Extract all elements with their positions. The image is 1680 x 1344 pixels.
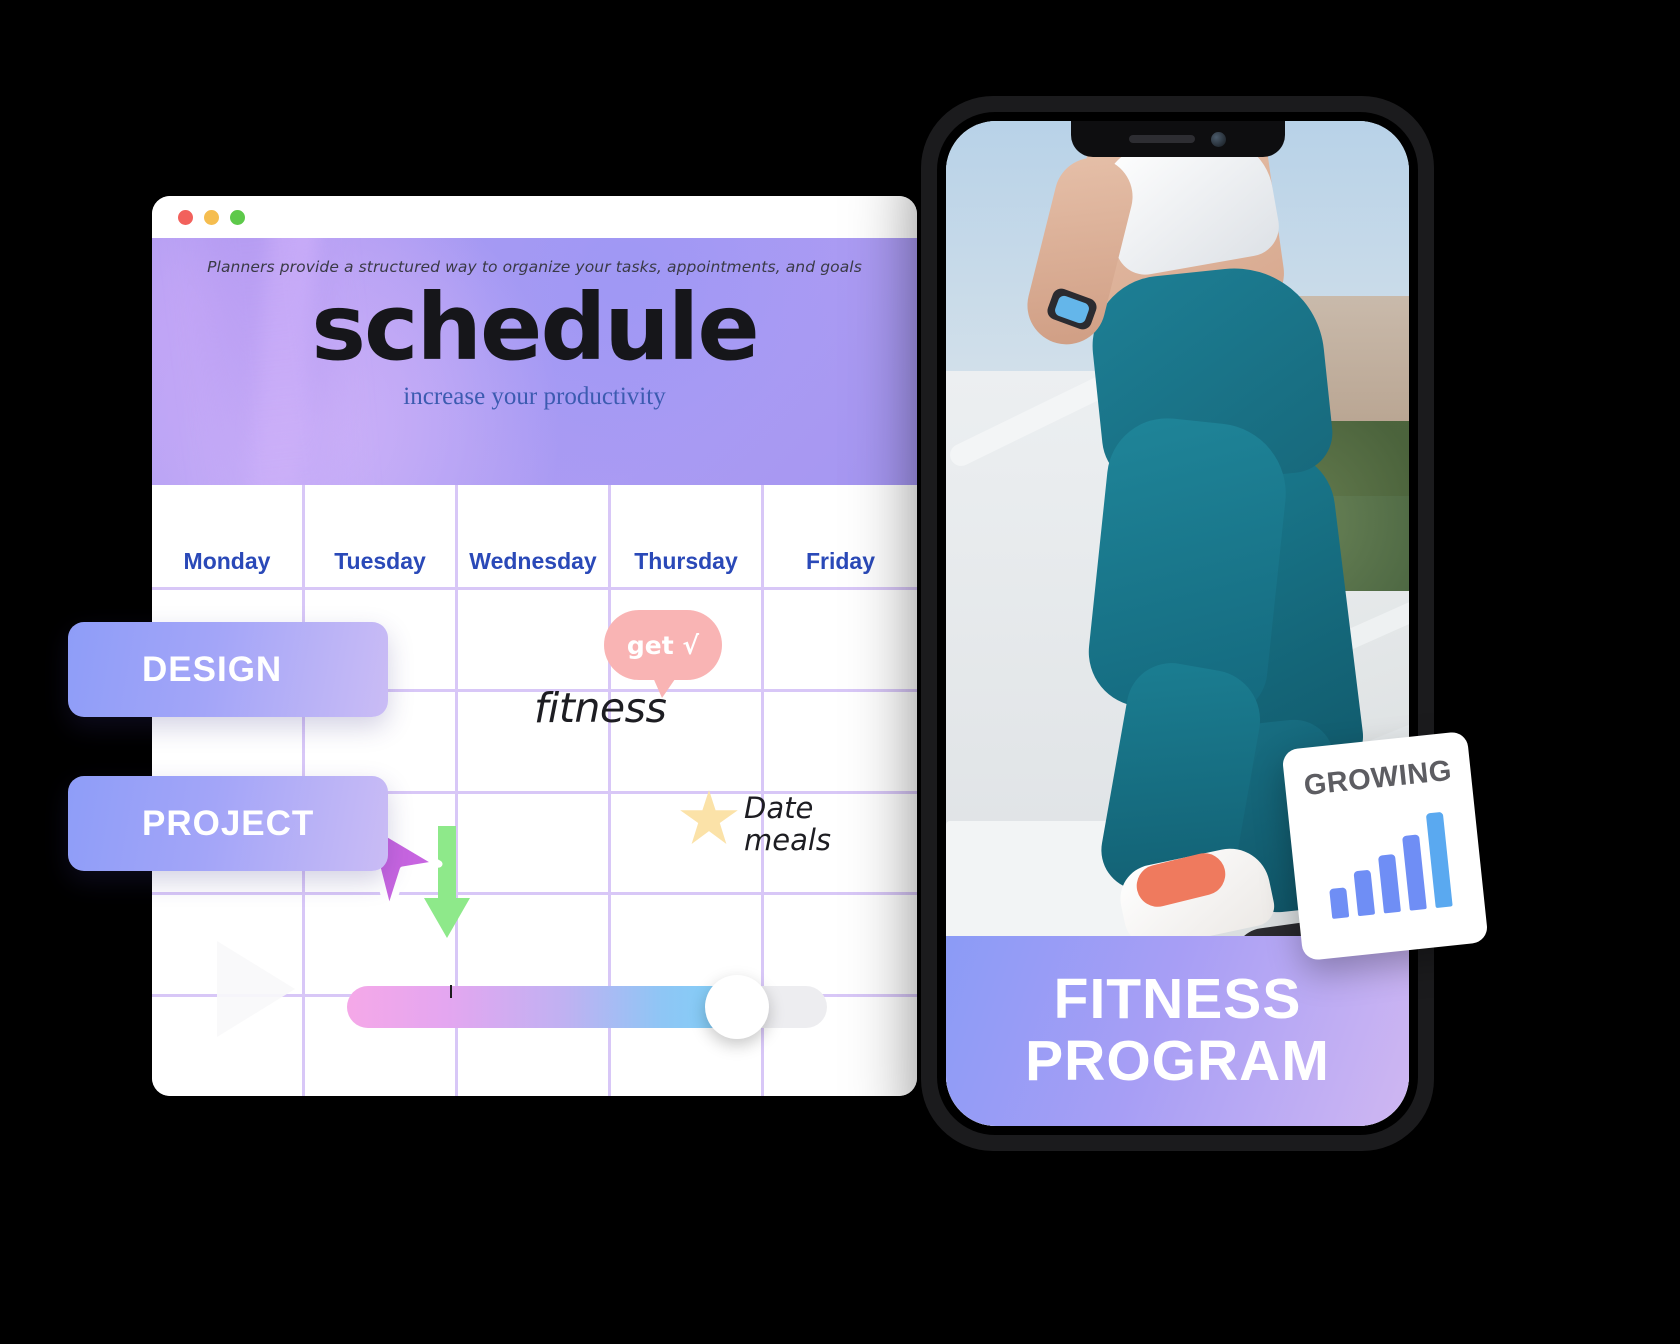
- date-meals-text-sticker: Date meals: [744, 792, 831, 857]
- growing-card-label: GROWING: [1302, 754, 1454, 803]
- phone-bezel: FITNESS PROGRAM: [937, 112, 1418, 1135]
- day-column-wednesday[interactable]: Wednesday: [458, 485, 611, 587]
- chart-bar: [1377, 854, 1401, 914]
- minimize-window-button[interactable]: [204, 209, 219, 225]
- progress-slider[interactable]: [347, 975, 827, 1039]
- banner-line-1: FITNESS: [1053, 967, 1302, 1032]
- speech-bubble-label: get √: [626, 630, 700, 660]
- calendar-cell[interactable]: [764, 692, 917, 791]
- page-title: schedule: [311, 274, 759, 381]
- browser-title-bar: [152, 196, 917, 238]
- slider-tick-mark: [450, 985, 452, 998]
- planner-tagline: Planners provide a structured way to org…: [207, 258, 862, 276]
- day-column-thursday[interactable]: Thursday: [611, 485, 764, 587]
- calendar-cell[interactable]: [458, 793, 611, 893]
- fitness-program-banner: FITNESS PROGRAM: [946, 936, 1409, 1126]
- page-subtitle: increase your productivity: [403, 382, 666, 410]
- fitness-text-sticker: fitness: [534, 684, 667, 732]
- chart-bar: [1352, 869, 1375, 917]
- play-icon[interactable]: [217, 941, 295, 1037]
- smartphone-mockup: FITNESS PROGRAM: [921, 96, 1434, 1151]
- badge-project[interactable]: PROJECT: [68, 776, 388, 871]
- calendar-cell[interactable]: [458, 590, 611, 689]
- badge-label: DESIGN: [142, 649, 283, 689]
- day-label: Friday: [805, 548, 876, 574]
- phone-notch: [1070, 121, 1285, 157]
- slider-handle[interactable]: [705, 975, 769, 1039]
- day-label: Wednesday: [469, 548, 597, 574]
- slider-fill: [347, 986, 741, 1028]
- close-window-button[interactable]: [178, 209, 193, 225]
- chart-bar: [1401, 834, 1427, 911]
- chart-bar: [1328, 887, 1349, 919]
- badge-design[interactable]: DESIGN: [68, 622, 388, 717]
- calendar-cell[interactable]: [611, 793, 764, 893]
- speech-bubble-sticker: get √: [604, 610, 722, 698]
- date-meals-line1: Date: [744, 791, 814, 825]
- day-label: Thursday: [634, 548, 738, 574]
- planner-header: Planners provide a structured way to org…: [152, 238, 917, 485]
- maximize-window-button[interactable]: [230, 209, 245, 225]
- banner-line-2: PROGRAM: [1025, 1029, 1330, 1093]
- badge-label: PROJECT: [142, 803, 315, 843]
- chart-bar: [1425, 811, 1453, 909]
- calendar-day-header-row: Monday Tuesday Wednesday Thursday Friday: [152, 485, 917, 590]
- growing-bar-chart: [1321, 807, 1453, 919]
- day-label: Monday: [183, 548, 271, 574]
- day-column-tuesday[interactable]: Tuesday: [305, 485, 458, 587]
- day-column-monday[interactable]: Monday: [152, 485, 305, 587]
- front-camera-icon: [1211, 131, 1226, 147]
- growing-stat-card: GROWING: [1281, 730, 1489, 962]
- phone-screen: FITNESS PROGRAM: [946, 121, 1409, 1126]
- day-column-friday[interactable]: Friday: [764, 485, 917, 587]
- day-label: Tuesday: [334, 548, 426, 574]
- date-meals-line2: meals: [744, 823, 832, 858]
- calendar-cell[interactable]: [764, 590, 917, 689]
- earpiece-speaker-icon: [1129, 135, 1195, 143]
